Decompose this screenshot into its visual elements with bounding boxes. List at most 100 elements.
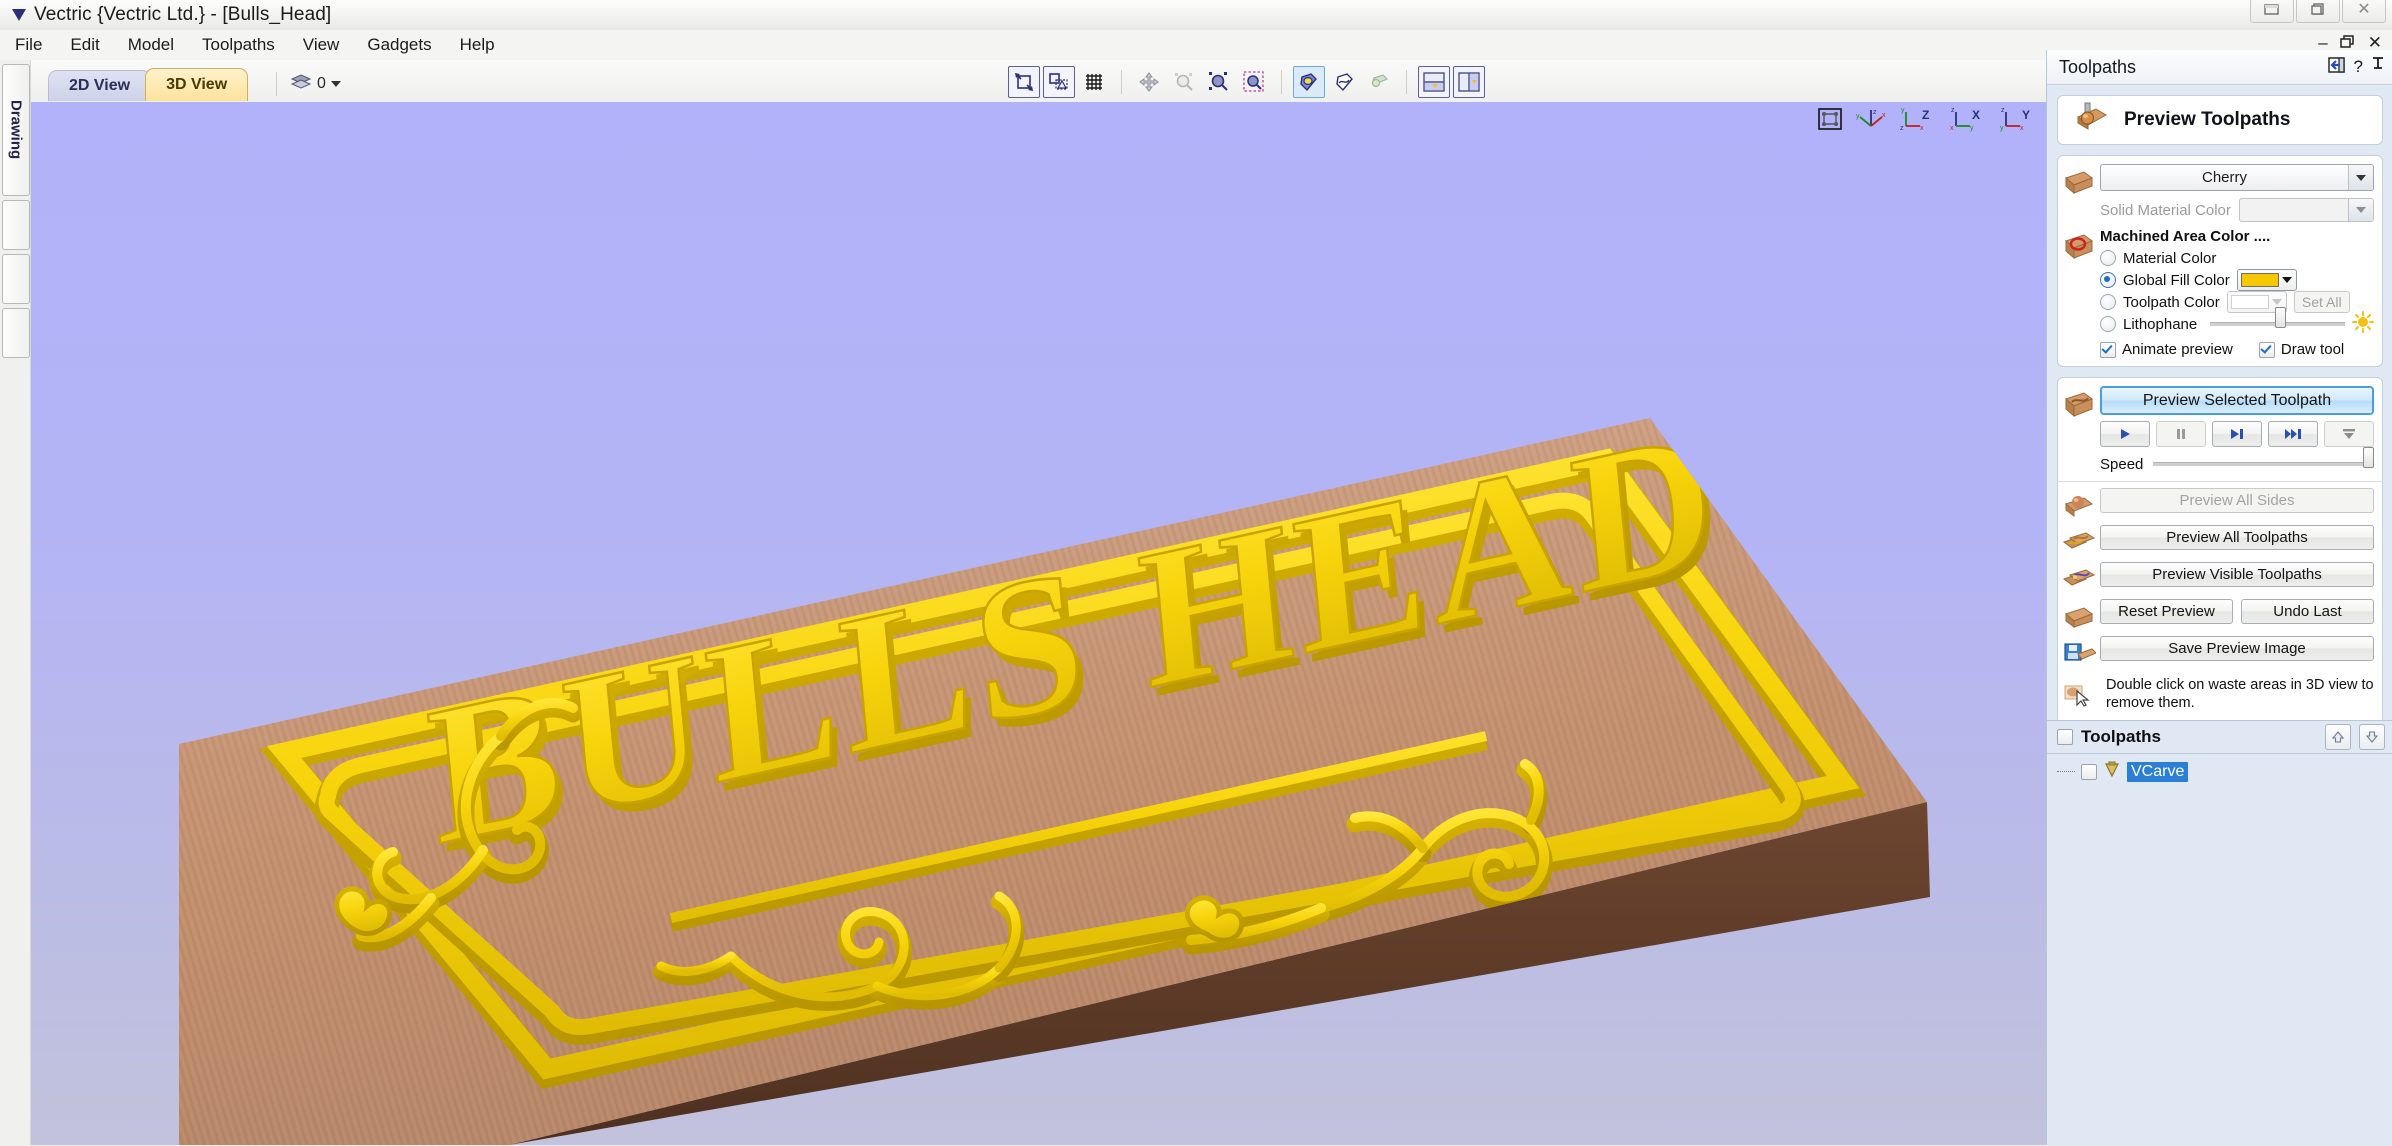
- lithophane-slider[interactable]: [2210, 307, 2345, 333]
- view-x-icon[interactable]: z x y X: [1948, 106, 1988, 132]
- menu-help[interactable]: Help: [447, 32, 508, 58]
- preview-all-toolpaths-button[interactable]: Preview All Toolpaths: [2100, 525, 2374, 550]
- preview-visible-toolpaths-button[interactable]: Preview Visible Toolpaths: [2100, 562, 2374, 587]
- slider-thumb[interactable]: [2363, 447, 2374, 468]
- left-tab-strip: Drawing: [0, 60, 31, 1145]
- side-tab-2[interactable]: [2, 200, 30, 250]
- menu-file[interactable]: File: [2, 32, 55, 58]
- solid-material-color-select[interactable]: [2238, 198, 2374, 222]
- viewport-3d[interactable]: z y x y z x Z z x y X z y x Y BULLS HEAD…: [31, 102, 2046, 1145]
- panel-header: Toolpaths ?: [2047, 50, 2392, 85]
- waste-area-note: Double click on waste areas in 3D view t…: [2058, 672, 2382, 720]
- layer-selector[interactable]: 0: [268, 72, 341, 96]
- checkbox-animate-preview[interactable]: Animate preview: [2100, 341, 2233, 358]
- restore-down-icon[interactable]: [2340, 34, 2356, 51]
- drawing-tab[interactable]: Drawing: [2, 64, 30, 196]
- help-icon[interactable]: ?: [2354, 57, 2363, 77]
- svg-text:x: x: [2020, 125, 2024, 132]
- view-z-icon[interactable]: y z x Z: [1898, 106, 1938, 132]
- preview-all-sides-row: Preview All Sides: [2058, 488, 2382, 520]
- toolpath-list-section: Toolpaths VCarve: [2047, 720, 2392, 1146]
- chevron-down-icon[interactable]: [2271, 299, 2282, 305]
- shade-toggle-icon[interactable]: [1293, 66, 1325, 98]
- collapse-panel-icon[interactable]: [2327, 56, 2346, 79]
- close-button[interactable]: ✕: [2342, 0, 2386, 23]
- view-axis-gizmo-icon[interactable]: z y x: [1854, 106, 1888, 132]
- lighting-icon[interactable]: [1363, 66, 1395, 98]
- set-all-button[interactable]: Set All: [2293, 291, 2350, 313]
- grid-toggle-icon[interactable]: [1078, 66, 1110, 98]
- layout-horizontal-icon[interactable]: [1418, 66, 1450, 98]
- radio-global-fill-color-label: Global Fill Color: [2123, 271, 2230, 289]
- menu-toolpaths[interactable]: Toolpaths: [189, 32, 288, 58]
- layout-vertical-icon[interactable]: [1453, 66, 1485, 98]
- chevron-down-icon[interactable]: [2348, 165, 2373, 190]
- reset-preview-button[interactable]: Reset Preview: [2100, 599, 2233, 624]
- minimize-icon[interactable]: –: [2318, 34, 2327, 51]
- toolpath-list-checkbox[interactable]: [2057, 729, 2073, 745]
- radio-global-fill-color[interactable]: Global Fill Color: [2100, 269, 2374, 291]
- toolpath-item-checkbox[interactable]: [2081, 763, 2097, 780]
- zoom-box-icon[interactable]: [1008, 66, 1040, 98]
- radio-button[interactable]: [2100, 250, 2116, 266]
- speed-label: Speed: [2100, 455, 2144, 473]
- menu-gadgets[interactable]: Gadgets: [354, 32, 444, 58]
- menu-edit[interactable]: Edit: [57, 32, 112, 58]
- radio-button[interactable]: [2100, 272, 2116, 288]
- arrow-down-icon[interactable]: [2359, 724, 2385, 750]
- material-select[interactable]: Cherry: [2100, 164, 2374, 191]
- menu-model[interactable]: Model: [115, 32, 187, 58]
- zoom-selected-icon[interactable]: [1203, 66, 1235, 98]
- carved-sign-model[interactable]: BULLS HEAD BULLS HEAD: [31, 102, 2046, 1145]
- menu-view[interactable]: View: [290, 32, 353, 58]
- tab-2d-view[interactable]: 2D View: [48, 70, 152, 101]
- view-isometric-icon[interactable]: [1816, 106, 1844, 132]
- checkbox[interactable]: [2100, 341, 2116, 358]
- radio-material-color[interactable]: Material Color: [2100, 247, 2374, 269]
- tab-3d-view[interactable]: 3D View: [145, 68, 249, 101]
- restore-button[interactable]: [2250, 0, 2294, 23]
- zoom-objects-icon[interactable]: [1168, 66, 1200, 98]
- global-fill-color-picker[interactable]: [2236, 269, 2297, 291]
- side-tab-3[interactable]: [2, 254, 30, 304]
- checkbox-draw-tool[interactable]: Draw tool: [2258, 341, 2344, 358]
- play-button[interactable]: [2100, 421, 2150, 447]
- toolpath-item-vcarve[interactable]: VCarve: [2127, 761, 2189, 782]
- close-document-icon[interactable]: ✕: [2368, 34, 2382, 51]
- preview-selected-toolpath-button[interactable]: Preview Selected Toolpath: [2100, 386, 2374, 415]
- chevron-down-icon[interactable]: [330, 81, 341, 87]
- radio-button[interactable]: [2100, 294, 2116, 310]
- fast-forward-button[interactable]: [2268, 421, 2318, 447]
- pin-icon[interactable]: [2371, 56, 2385, 79]
- preview-all-sides-button[interactable]: Preview All Sides: [2100, 488, 2374, 513]
- radio-lithophane[interactable]: Lithophane: [2100, 307, 2374, 335]
- chevron-down-icon[interactable]: [2281, 277, 2292, 283]
- zoom-to-drawing-icon[interactable]: [1043, 66, 1075, 98]
- machined-area-row: Machined Area Color .... Material Color …: [2058, 228, 2382, 358]
- chevron-down-icon[interactable]: [2348, 199, 2373, 221]
- view-y-icon[interactable]: z y x Y: [1998, 106, 2038, 132]
- radio-toolpath-color[interactable]: Toolpath Color Set All: [2100, 291, 2374, 313]
- checkbox[interactable]: [2258, 341, 2275, 358]
- pan-icon[interactable]: [1133, 66, 1165, 98]
- toolpath-shade-icon[interactable]: [1328, 66, 1360, 98]
- pause-button[interactable]: [2156, 421, 2206, 447]
- arrow-up-icon[interactable]: [2325, 724, 2351, 750]
- svg-text:y: y: [1901, 107, 1905, 114]
- step-forward-button[interactable]: [2212, 421, 2262, 447]
- undo-last-button[interactable]: Undo Last: [2241, 599, 2374, 624]
- skip-to-end-button[interactable]: [2324, 421, 2374, 447]
- toolbar-separator: [276, 72, 277, 96]
- speed-slider[interactable]: [2153, 447, 2374, 473]
- save-preview-image-button[interactable]: Save Preview Image: [2100, 636, 2374, 661]
- preview-all-toolpaths-wrap: Preview All Toolpaths: [2100, 525, 2382, 550]
- window-icon-button[interactable]: [2296, 0, 2340, 23]
- side-tab-4[interactable]: [2, 308, 30, 358]
- preview-toolpaths-card: Preview Toolpaths: [2057, 95, 2383, 145]
- checkbox-animate-preview-label: Animate preview: [2122, 341, 2233, 358]
- radio-button[interactable]: [2100, 316, 2116, 332]
- zoom-extents-icon[interactable]: [1238, 66, 1270, 98]
- slider-thumb[interactable]: [2274, 307, 2286, 328]
- list-item[interactable]: VCarve: [2047, 754, 2392, 783]
- toolbar-row: 2D View 3D View 0: [0, 60, 2392, 103]
